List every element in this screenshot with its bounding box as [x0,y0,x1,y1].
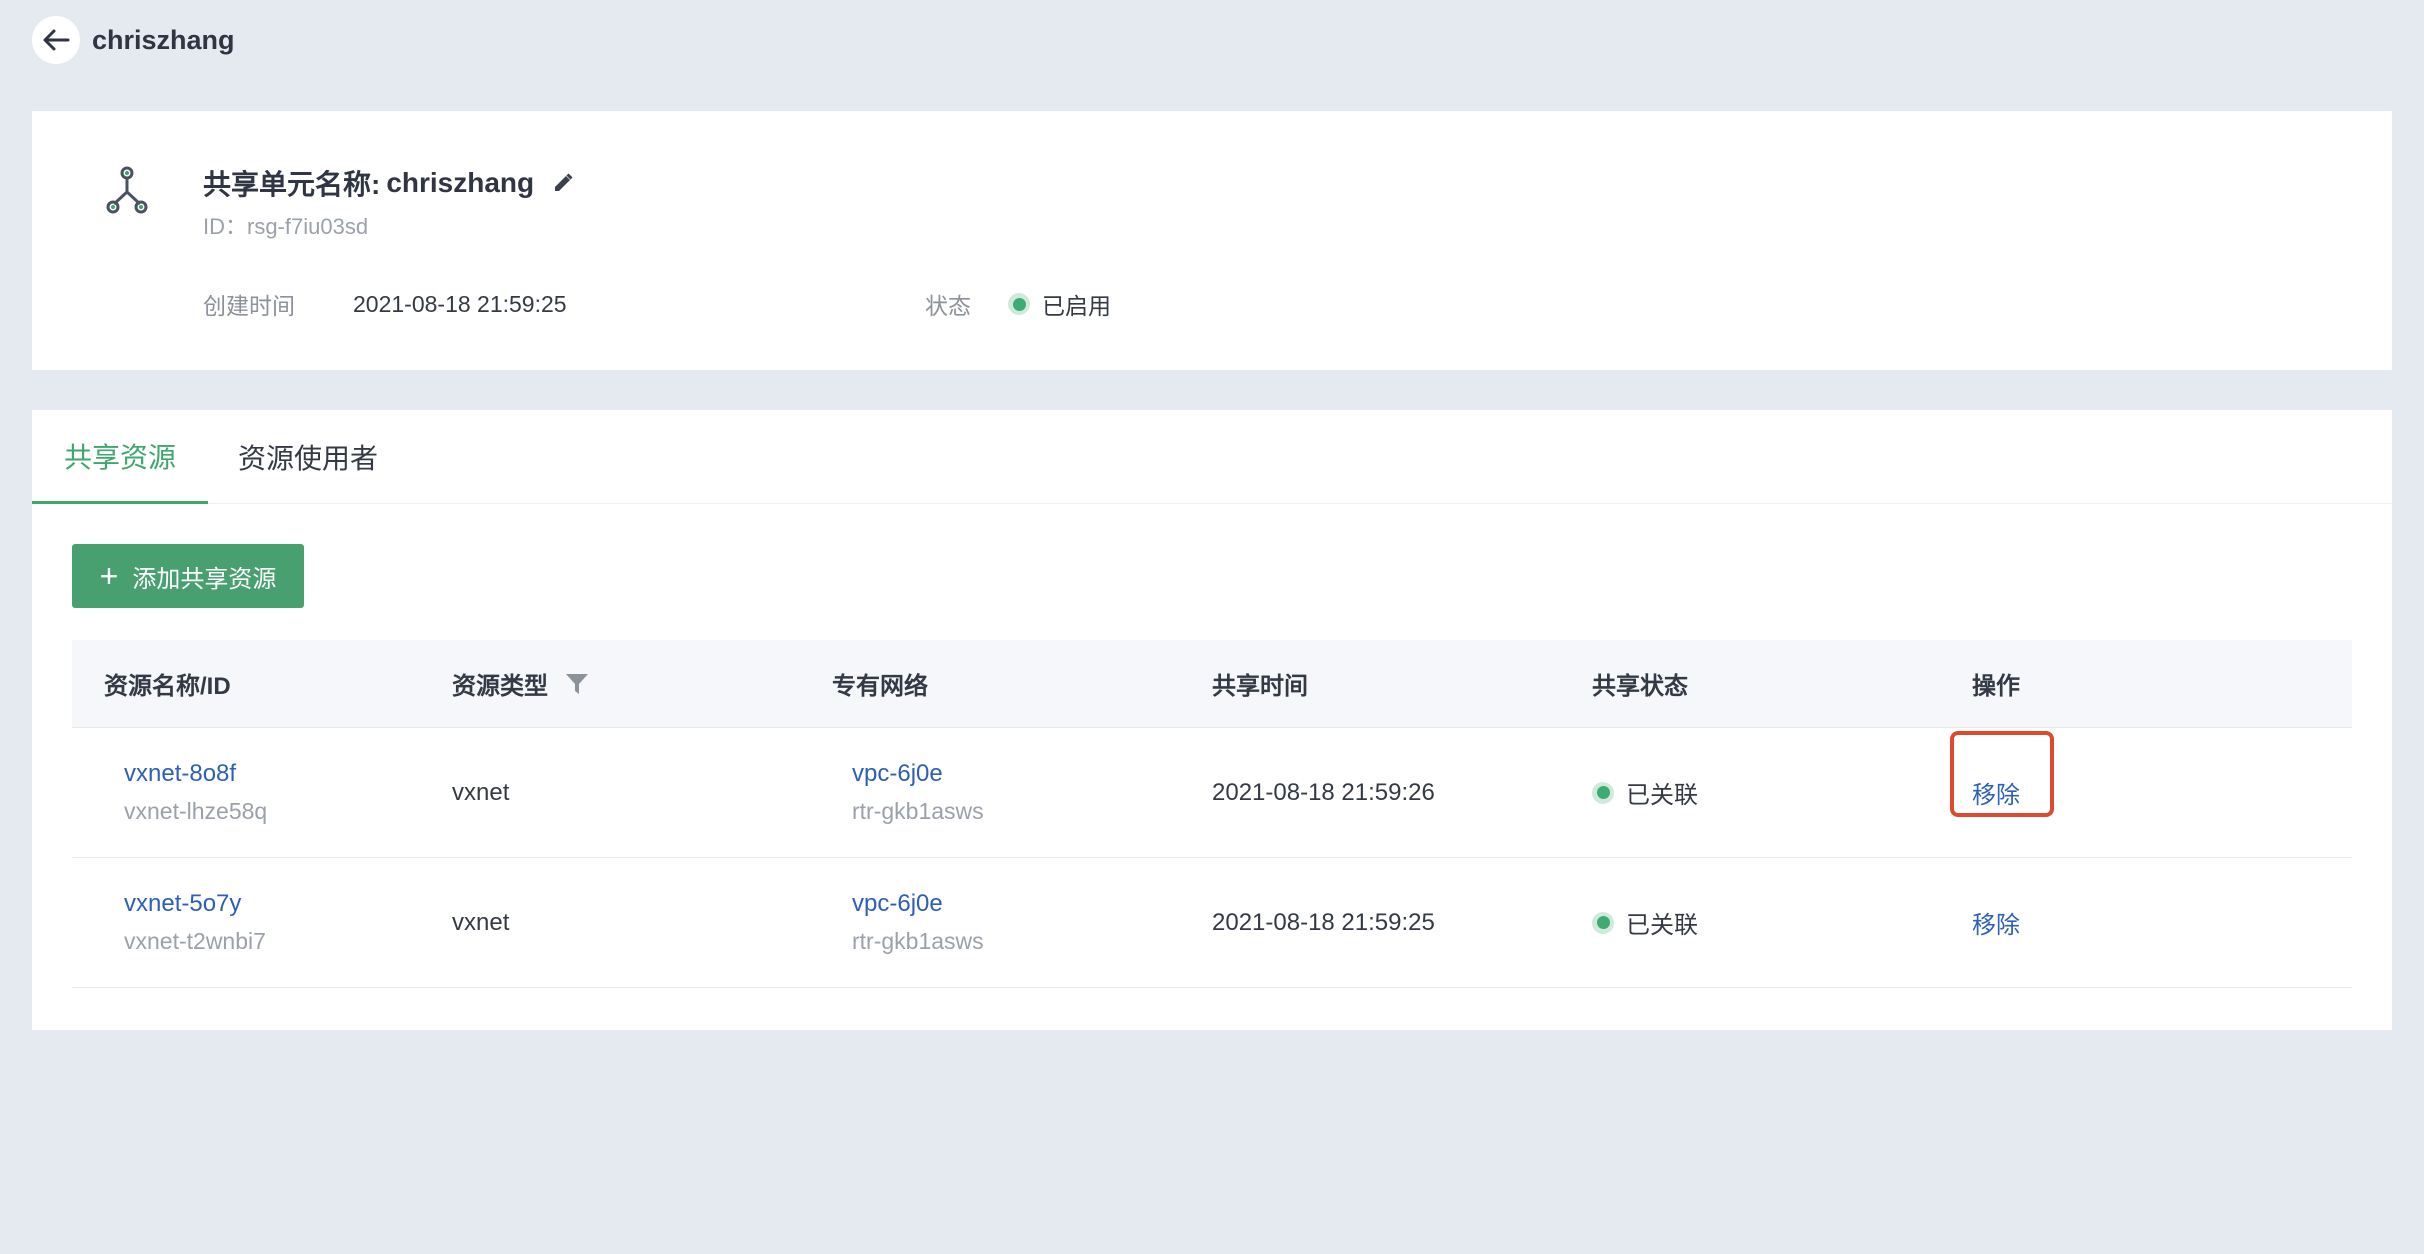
vpc-cell: vpc-6j0e rtr-gkb1asws [832,890,1212,955]
tab-bar: 共享资源 资源使用者 [32,410,2392,504]
remove-button[interactable]: 移除 [1972,782,2020,809]
column-header-vpc: 专有网络 [832,673,928,700]
arrow-left-icon [43,29,70,51]
column-header-actions: 操作 [1972,673,2020,700]
share-status-badge: 已关联 [1592,905,1698,940]
shared-resources-table: 资源名称/ID 资源类型 专有网络 共享时间 共享状态 操作 vxnet-8o8… [72,640,2352,988]
table-row: vxnet-8o8f vxnet-lhze58q vxnet vpc-6j0e … [72,728,2352,858]
status-value: 已启用 [1042,293,1111,319]
share-status-cell: 已关联 [1592,775,1972,810]
status-dot-icon [1592,781,1614,804]
resource-name-cell: vxnet-8o8f vxnet-lhze58q [72,760,452,825]
column-header-name: 资源名称/ID [104,673,231,700]
created-time-value: 2021-08-18 21:59:25 [353,290,567,317]
created-time-field: 创建时间 2021-08-18 21:59:25 [203,287,567,321]
unit-name-value: chriszhang [386,167,535,198]
top-bar: chriszhang [32,15,235,65]
unit-id: ID：rsg-f7iu03sd [203,214,369,239]
actions-cell: 移除 [1950,731,2352,817]
column-header-type: 资源类型 [452,666,832,701]
actions-cell: 移除 [1972,905,2352,940]
vpc-cell: vpc-6j0e rtr-gkb1asws [832,760,1212,825]
plus-icon: + [99,558,119,594]
column-header-share-time: 共享时间 [1212,673,1308,700]
vpc-router-id: rtr-gkb1asws [852,928,984,954]
status-badge: 已启用 [1008,287,1111,321]
unit-name-row: 共享单元名称: chriszhang [203,163,574,203]
share-time: 2021-08-18 21:59:26 [1212,778,1435,806]
pencil-icon[interactable] [552,172,574,194]
share-status-value: 已关联 [1626,912,1698,939]
resource-name-cell: vxnet-5o7y vxnet-t2wnbi7 [72,890,452,955]
unit-name-label: 共享单元名称: [203,169,381,200]
share-status-value: 已关联 [1626,782,1698,809]
tab-shared-resources[interactable]: 共享资源 [32,410,208,504]
vpc-router-id: rtr-gkb1asws [852,798,984,824]
resource-name-link[interactable]: vxnet-5o7y [124,890,452,918]
add-button-label: 添加共享资源 [132,565,277,593]
resource-name-link[interactable]: vxnet-8o8f [124,760,452,788]
share-unit-info-card: 共享单元名称: chriszhang ID：rsg-f7iu03sd 创建时间 … [32,111,2392,370]
page-title: chriszhang [92,24,235,55]
status-field: 状态 已启用 [925,287,1111,321]
tab-resource-users[interactable]: 资源使用者 [238,410,378,504]
vpc-link[interactable]: vpc-6j0e [852,890,1212,918]
resource-type: vxnet [452,778,510,806]
table-row: vxnet-5o7y vxnet-t2wnbi7 vxnet vpc-6j0e … [72,858,2352,988]
created-time-label: 创建时间 [203,293,295,319]
resource-id: vxnet-t2wnbi7 [124,928,266,954]
share-status-badge: 已关联 [1592,775,1698,810]
status-label: 状态 [925,293,971,319]
share-time: 2021-08-18 21:59:25 [1212,908,1435,936]
add-shared-resource-button[interactable]: + 添加共享资源 [72,544,304,608]
column-header-type-label: 资源类型 [452,673,548,700]
resource-id: vxnet-lhze58q [124,798,268,824]
resource-type: vxnet [452,908,510,936]
vpc-link[interactable]: vpc-6j0e [852,760,1212,788]
remove-button[interactable]: 移除 [1972,912,2020,939]
filter-icon[interactable] [564,671,590,697]
share-status-cell: 已关联 [1592,905,1972,940]
resources-card: 共享资源 资源使用者 + 添加共享资源 资源名称/ID 资源类型 专有网络 共享… [32,410,2392,1030]
status-dot-icon [1592,911,1614,934]
share-unit-icon [106,166,148,214]
column-header-share-status: 共享状态 [1592,673,1688,700]
status-dot-icon [1008,293,1030,315]
table-header: 资源名称/ID 资源类型 专有网络 共享时间 共享状态 操作 [72,640,2352,728]
back-button[interactable] [32,16,80,64]
